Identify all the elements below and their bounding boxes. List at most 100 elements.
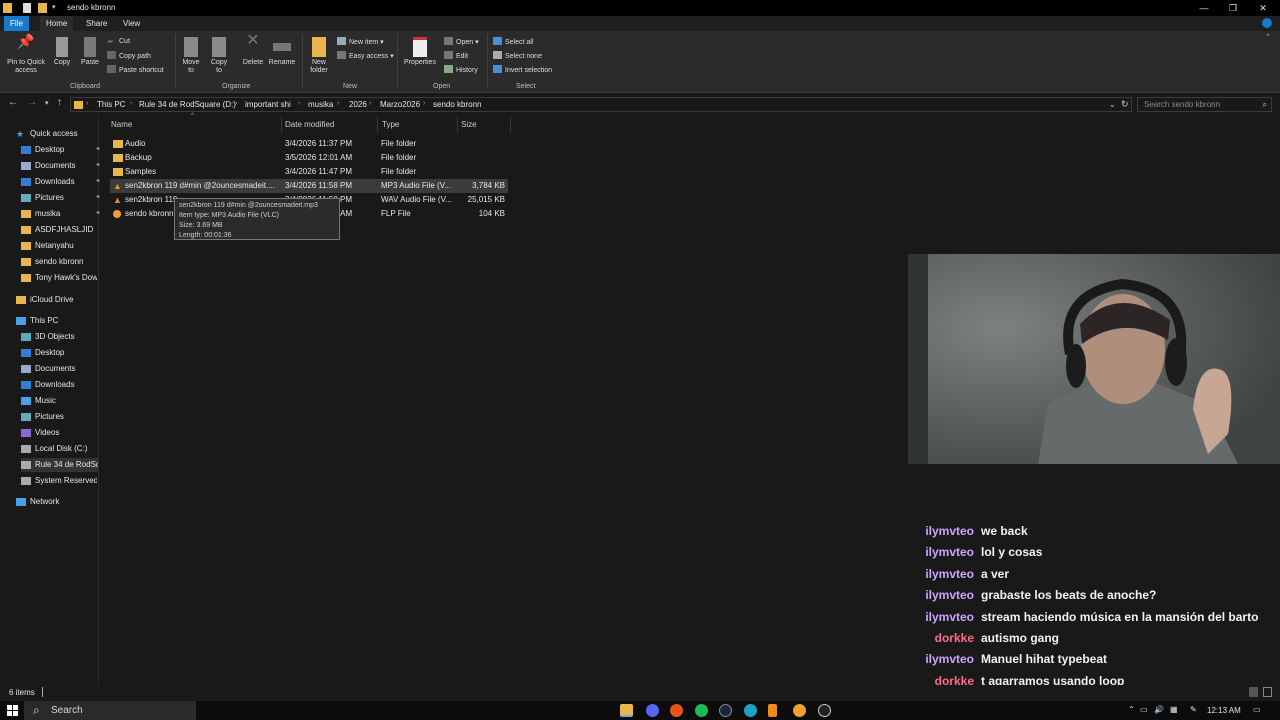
nav-system-reserved[interactable]: System Reserved ( xyxy=(21,474,97,488)
cut-button[interactable]: ✂ Cut xyxy=(107,37,130,46)
nav-drive-d[interactable]: Rule 34 de RodSqu xyxy=(21,458,98,472)
steam-taskbar-icon[interactable] xyxy=(719,704,732,717)
volume-tray-icon[interactable]: 🔊 xyxy=(1154,705,1164,714)
details-view-icon[interactable] xyxy=(1249,687,1258,697)
nav-quick-access[interactable]: ★ Quick access xyxy=(16,127,98,141)
brave-taskbar-icon[interactable] xyxy=(670,704,683,717)
nav-pc-pictures[interactable]: Pictures xyxy=(21,410,97,424)
history-button[interactable]: History xyxy=(444,65,478,75)
nav-this-pc[interactable]: This PC xyxy=(16,314,98,328)
column-divider[interactable] xyxy=(457,117,458,132)
nav-sendo-kbronn[interactable]: sendo kbronn xyxy=(21,255,97,269)
file-row[interactable]: ▲ sen2kbron 119 d#min @2ouncesmadeit....… xyxy=(110,179,508,193)
discord-taskbar-icon[interactable] xyxy=(646,704,659,717)
obs-taskbar-icon[interactable] xyxy=(818,704,831,717)
breadcrumb-marzo2026[interactable]: Marzo2026 xyxy=(380,100,420,109)
vlc-taskbar-icon[interactable] xyxy=(768,704,777,717)
taskbar-clock[interactable]: 12:13 AM xyxy=(1207,706,1241,715)
new-folder-button[interactable]: New folder xyxy=(305,37,333,75)
edit-button[interactable]: Edit xyxy=(444,51,468,61)
address-dropdown-icon[interactable]: ⌄ xyxy=(1109,100,1116,109)
column-header-date[interactable]: Date modified xyxy=(285,120,334,129)
nav-pc-desktop[interactable]: Desktop xyxy=(21,346,97,360)
show-hidden-icons-icon[interactable]: ⌃ xyxy=(1128,705,1135,714)
properties-button[interactable]: Properties xyxy=(401,37,439,67)
copy-to-button[interactable]: Copy to xyxy=(207,37,231,75)
nav-musika[interactable]: musika ✦ xyxy=(21,207,101,221)
file-row[interactable]: Samples 3/4/2026 11:47 PM File folder xyxy=(110,165,508,179)
close-button[interactable]: ✕ xyxy=(1257,2,1269,14)
nav-icloud-drive[interactable]: iCloud Drive xyxy=(16,293,98,307)
column-header-type[interactable]: Type xyxy=(382,120,399,129)
up-arrow-icon[interactable]: ↑ xyxy=(57,97,62,108)
select-all-button[interactable]: Select all xyxy=(493,37,533,47)
delete-button[interactable]: ✕ Delete xyxy=(239,33,267,67)
tab-share[interactable]: Share xyxy=(80,16,113,31)
breadcrumb-drive[interactable]: Rule 34 de RodSquare (D:) xyxy=(139,100,236,109)
nav-tony-hawks[interactable]: Tony Hawk's Dow xyxy=(21,271,97,285)
quick-access-dropdown-icon[interactable]: ▾ xyxy=(52,3,61,13)
open-button[interactable]: Open ▾ xyxy=(444,37,479,47)
back-arrow-icon[interactable]: ← xyxy=(8,97,18,108)
column-divider[interactable] xyxy=(281,117,282,132)
ime-tray-icon[interactable]: ▦ xyxy=(1170,705,1178,714)
edge-taskbar-icon[interactable] xyxy=(744,704,757,717)
nav-network[interactable]: Network xyxy=(16,495,98,509)
breadcrumb-2026[interactable]: 2026 xyxy=(349,100,367,109)
taskbar-search-box[interactable]: ⌕ Search xyxy=(24,701,196,720)
nav-3d-objects[interactable]: 3D Objects xyxy=(21,330,97,344)
new-folder-quick-icon[interactable] xyxy=(38,3,47,13)
recent-locations-chevron-icon[interactable]: ▾ xyxy=(45,99,49,107)
invert-selection-button[interactable]: Invert selection xyxy=(493,65,552,75)
column-header-name[interactable]: Name xyxy=(111,120,132,129)
tab-view[interactable]: View xyxy=(117,16,146,31)
nav-pictures[interactable]: Pictures ✦ xyxy=(21,191,101,205)
nav-music[interactable]: Music xyxy=(21,394,97,408)
column-divider[interactable] xyxy=(377,117,378,132)
maximize-button[interactable]: ❐ xyxy=(1227,2,1239,14)
help-icon[interactable] xyxy=(1262,18,1272,28)
properties-quick-icon[interactable] xyxy=(23,3,31,13)
new-item-button[interactable]: New item ▾ xyxy=(337,37,384,47)
refresh-icon[interactable]: ↻ xyxy=(1121,99,1129,110)
breadcrumb-sendo-kbronn[interactable]: sendo kbronn xyxy=(433,100,481,109)
select-none-button[interactable]: Select none xyxy=(493,51,542,61)
network-tray-icon[interactable]: ▭ xyxy=(1140,705,1148,714)
column-header-size[interactable]: Size xyxy=(461,120,477,129)
file-row[interactable]: Backup 3/5/2026 12:01 AM File folder xyxy=(110,151,508,165)
forward-arrow-icon[interactable]: → xyxy=(27,97,37,108)
paste-shortcut-button[interactable]: Paste shortcut xyxy=(107,65,164,75)
file-explorer-taskbar-icon[interactable] xyxy=(620,704,633,717)
nav-documents[interactable]: Documents ✦ xyxy=(21,159,101,173)
file-row[interactable]: Audio 3/4/2026 11:37 PM File folder xyxy=(110,137,508,151)
nav-pc-documents[interactable]: Documents xyxy=(21,362,97,376)
fl-studio-taskbar-icon[interactable] xyxy=(793,704,806,717)
windows-start-icon[interactable] xyxy=(7,705,18,716)
nav-downloads[interactable]: Downloads ✦ xyxy=(21,175,101,189)
nav-asdfjhasljid[interactable]: ASDFJHASLJID xyxy=(21,223,97,237)
notification-center-icon[interactable]: ▭ xyxy=(1253,705,1261,714)
address-field[interactable]: › This PC › Rule 34 de RodSquare (D:) › … xyxy=(70,97,1132,112)
paste-button[interactable]: Paste xyxy=(78,37,102,67)
pen-tray-icon[interactable]: ✎ xyxy=(1190,705,1197,714)
copy-path-button[interactable]: Copy path xyxy=(107,51,151,61)
nav-netanyahu[interactable]: Netanyahu xyxy=(21,239,97,253)
search-input[interactable]: Search sendo kbronn ⌕ xyxy=(1137,97,1272,112)
copy-button[interactable]: Copy xyxy=(51,37,73,67)
breadcrumb-this-pc[interactable]: This PC xyxy=(97,100,125,109)
move-to-button[interactable]: Move to xyxy=(179,37,203,75)
nav-videos[interactable]: Videos xyxy=(21,426,97,440)
nav-pc-downloads[interactable]: Downloads xyxy=(21,378,97,392)
tab-file[interactable]: File xyxy=(4,16,29,31)
collapse-ribbon-icon[interactable]: ⌃ xyxy=(1265,33,1271,41)
easy-access-button[interactable]: Easy access ▾ xyxy=(337,51,394,61)
large-icons-view-icon[interactable] xyxy=(1263,687,1272,697)
tab-home[interactable]: Home xyxy=(40,16,74,31)
nav-desktop[interactable]: Desktop ✦ xyxy=(21,143,101,157)
breadcrumb-important-shi[interactable]: important shi xyxy=(245,100,291,109)
rename-button[interactable]: Rename xyxy=(267,37,297,67)
minimize-button[interactable]: — xyxy=(1198,2,1210,14)
nav-local-disk-c[interactable]: Local Disk (C:) xyxy=(21,442,97,456)
breadcrumb-musika[interactable]: musika xyxy=(308,100,333,109)
spotify-taskbar-icon[interactable] xyxy=(695,704,708,717)
